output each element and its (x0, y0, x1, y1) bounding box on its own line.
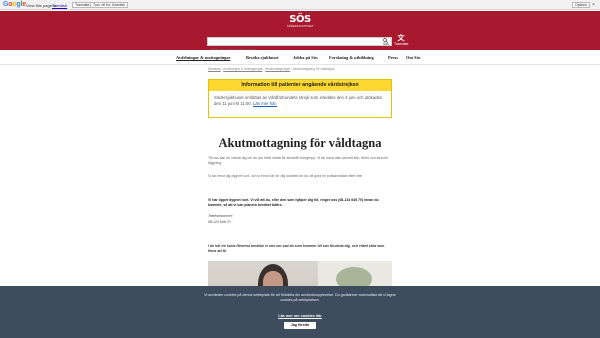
main-nav: Avdelningar & mottagningar Besöka sjukhu… (0, 50, 600, 65)
cookie-text: Vi använder cookies på denna webbplats f… (204, 293, 396, 303)
notice-link[interactable]: Läs mer här. (253, 101, 277, 106)
site-header: SÖS SÖDERSJUKHUSET Sök 文 Translate (0, 11, 600, 53)
options-button[interactable]: Options (572, 2, 591, 8)
translate-link[interactable]: 文 Translate (394, 35, 408, 46)
notice-title: Information till patienter angående vård… (209, 80, 391, 91)
search-button[interactable]: Sök (383, 38, 389, 47)
close-icon[interactable]: × (592, 2, 595, 8)
turn-off-button[interactable]: Turn off for: Swedish (90, 2, 129, 8)
video-intro: I de här tre korta filmerna berättar vi … (208, 244, 385, 253)
breadcrumb-item[interactable]: Avdelningar & mottagningar (223, 67, 262, 71)
breadcrumb: Startsida › Avdelningar & mottagningar ›… (208, 67, 334, 71)
breadcrumb-item[interactable]: Akutmottagningar (265, 67, 290, 71)
strike-notice: Information till patienter angående vård… (208, 79, 392, 118)
cookie-accept-button[interactable]: Jag förstår (284, 322, 316, 329)
nav-item-jobba[interactable]: Jobba på Sös (293, 55, 318, 60)
site-logo[interactable]: SÖS SÖDERSJUKHUSET (287, 14, 313, 28)
page-title: Akutmottagning för våldtagna (218, 136, 382, 150)
nav-item-avdelningar[interactable]: Avdelningar & mottagningar (176, 55, 230, 60)
intro-paragraph: Till oss kan du vända dig om du har bliv… (208, 156, 388, 165)
opening-hours-paragraph: Vi har öppet dygnet runt. Vi vill att du… (208, 198, 379, 207)
nav-item-om-sos[interactable]: Om Sös (406, 55, 421, 60)
logo-mark: SÖS (289, 14, 311, 25)
breadcrumb-current: Akutmottagning för våldtagna (292, 67, 335, 71)
notice-body: Södersjukhuset omfattas av Vårdförbundet… (209, 91, 391, 107)
info-paragraph: Vi tar emot dig dygnet runt, och vi finn… (208, 174, 363, 178)
google-logo: Google (3, 1, 26, 8)
translate-icon: 文 (397, 35, 405, 42)
nav-item-forskning[interactable]: Forskning & utbildning (329, 55, 374, 60)
search-box: Sök (207, 37, 392, 53)
cookie-banner: Vi använder cookies på denna webbplats f… (0, 286, 600, 338)
search-label: Sök (382, 42, 389, 46)
google-translate-bar: Google View this page in: Swedish Transl… (0, 0, 600, 10)
nav-item-press[interactable]: Press (388, 55, 398, 60)
phone-number[interactable]: 08-123 646 70 (208, 220, 231, 224)
nav-item-besoka[interactable]: Besöka sjukhuset (246, 55, 279, 60)
cookie-info-link[interactable]: Läs mer om cookies här (200, 314, 400, 318)
logo-subtitle: SÖDERSJUKHUSET (287, 25, 314, 28)
notice-text: Södersjukhuset omfattas av Vårdförbundet… (214, 95, 383, 106)
translate-label: Translate (394, 42, 409, 46)
phone-label: Telefonnummer: (208, 214, 234, 218)
breadcrumb-item[interactable]: Startsida (208, 67, 221, 71)
language-link[interactable]: Swedish (52, 3, 67, 8)
